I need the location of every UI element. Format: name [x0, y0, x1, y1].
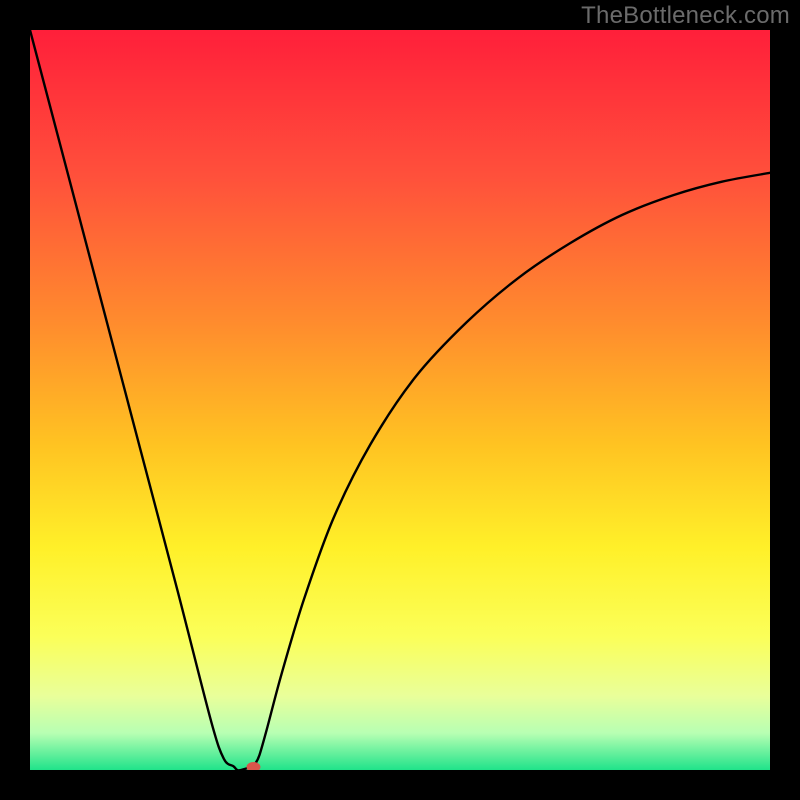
chart-frame: TheBottleneck.com: [0, 0, 800, 800]
gradient-background: [30, 30, 770, 770]
chart-svg: [30, 30, 770, 770]
watermark-text: TheBottleneck.com: [581, 2, 790, 30]
plot-area: [30, 30, 770, 770]
